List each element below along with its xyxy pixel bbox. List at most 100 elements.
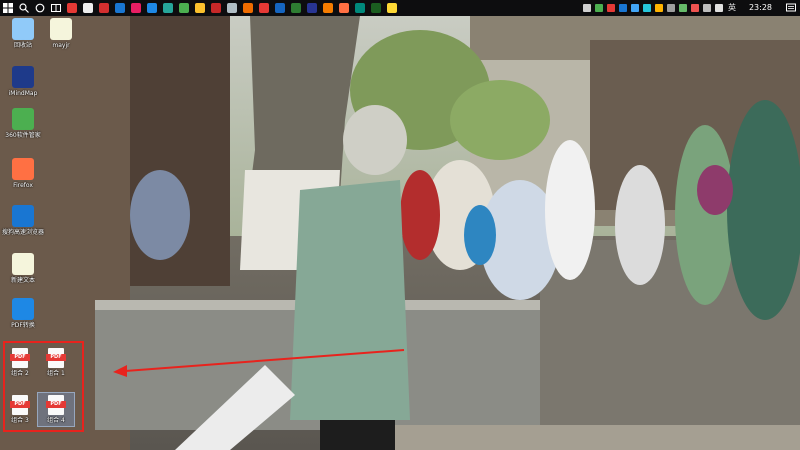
- app-navy-icon: [307, 3, 317, 13]
- tray-app-5-icon: [642, 4, 651, 12]
- desktop-icon-label: 360软件管家: [5, 132, 41, 139]
- tray-app-1[interactable]: [593, 0, 605, 16]
- clock[interactable]: 23:28: [739, 0, 782, 16]
- tray-app-6[interactable]: [653, 0, 665, 16]
- tray-icons: [581, 0, 725, 16]
- tray-app-6-icon: [654, 4, 663, 12]
- app-icon: [12, 205, 34, 227]
- tray-chevron-icon: [582, 4, 591, 12]
- taskbar-app-photoshop[interactable]: [272, 0, 288, 16]
- notification-center-button[interactable]: [782, 0, 800, 16]
- tray-app-4[interactable]: [629, 0, 641, 16]
- tray-app-5[interactable]: [641, 0, 653, 16]
- taskbar-app-red[interactable]: [96, 0, 112, 16]
- search-icon: [19, 3, 29, 13]
- app-folder-icon: [387, 3, 397, 13]
- system-tray: 英 23:28: [581, 0, 800, 16]
- desktop-icon[interactable]: mayjr: [40, 18, 82, 49]
- tray-app-3[interactable]: [617, 0, 629, 16]
- taskbar-app-game[interactable]: [320, 0, 336, 16]
- app-icon: [12, 66, 34, 88]
- desktop-icon-label: Firefox: [13, 182, 33, 189]
- desktop-icon[interactable]: Firefox: [2, 158, 44, 189]
- app-game-icon: [323, 3, 333, 13]
- tray-app-2-icon: [606, 4, 615, 12]
- cortana-circle-icon: [35, 3, 45, 13]
- start-button[interactable]: [0, 0, 16, 16]
- tray-network[interactable]: [713, 0, 725, 16]
- app-red-icon: [99, 3, 109, 13]
- tray-app-10[interactable]: [701, 0, 713, 16]
- app-orange-icon: [339, 3, 349, 13]
- taskbar-app-folder[interactable]: [384, 0, 400, 16]
- desktop-icon[interactable]: 搜狗高速浏览器: [2, 205, 44, 236]
- cortana-button[interactable]: [32, 0, 48, 16]
- app-teal-icon: [163, 3, 173, 13]
- taskbar-app-wps[interactable]: [352, 0, 368, 16]
- tray-app-10-icon: [702, 4, 711, 12]
- taskbar-app-red2[interactable]: [256, 0, 272, 16]
- taskbar-left: [0, 0, 400, 16]
- taskbar: 英 23:28: [0, 0, 800, 16]
- app-icon: [50, 18, 72, 40]
- tray-app-1-icon: [594, 4, 603, 12]
- app-photoshop-icon: [275, 3, 285, 13]
- taskbar-app-blue[interactable]: [112, 0, 128, 16]
- desktop-icon-label: 回收站: [13, 42, 32, 49]
- taskbar-app-wechat[interactable]: [176, 0, 192, 16]
- app-icon: [12, 158, 34, 180]
- tray-app-9-icon: [690, 4, 699, 12]
- taskbar-app-photo[interactable]: [224, 0, 240, 16]
- app-pink-icon: [131, 3, 141, 13]
- taskbar-app-chrome[interactable]: [192, 0, 208, 16]
- ime-indicator[interactable]: 英: [725, 0, 739, 16]
- app-red2-icon: [259, 3, 269, 13]
- taskbar-app-navy[interactable]: [304, 0, 320, 16]
- taskbar-pinned-apps: [64, 0, 400, 16]
- annotation-highlight-box: [3, 341, 84, 432]
- taskbar-app-edge[interactable]: [144, 0, 160, 16]
- taskbar-app-music[interactable]: [240, 0, 256, 16]
- tray-network-icon: [714, 4, 723, 12]
- tray-app-7-icon: [666, 4, 675, 12]
- taskbar-app-orange[interactable]: [336, 0, 352, 16]
- taskbar-app-file[interactable]: [80, 0, 96, 16]
- app-icon: [12, 298, 34, 320]
- app-icon: [12, 253, 34, 275]
- app-music-icon: [243, 3, 253, 13]
- wallpaper-photo: [0, 0, 800, 450]
- taskbar-app-pdf[interactable]: [208, 0, 224, 16]
- tray-app-8[interactable]: [677, 0, 689, 16]
- taskbar-app-teal[interactable]: [160, 0, 176, 16]
- taskbar-app-pink[interactable]: [128, 0, 144, 16]
- tray-app-2[interactable]: [605, 0, 617, 16]
- taskbar-app-green[interactable]: [288, 0, 304, 16]
- app-red-circle-icon: [67, 3, 77, 13]
- taskbar-app-excel[interactable]: [368, 0, 384, 16]
- app-excel-icon: [371, 3, 381, 13]
- desktop-icon-label: mayjr: [52, 42, 70, 49]
- task-view-button[interactable]: [48, 0, 64, 16]
- desktop-icon[interactable]: iMindMap: [2, 66, 44, 97]
- app-chrome-icon: [195, 3, 205, 13]
- desktop-icon[interactable]: 360软件管家: [2, 108, 44, 139]
- desktop-icon[interactable]: 新建文本: [2, 253, 44, 284]
- app-pdf-icon: [211, 3, 221, 13]
- tray-app-3-icon: [618, 4, 627, 12]
- desktop-icon-label: 搜狗高速浏览器: [2, 229, 45, 236]
- tray-chevron[interactable]: [581, 0, 593, 16]
- tray-app-9[interactable]: [689, 0, 701, 16]
- desktop-wallpaper: [0, 0, 800, 450]
- taskbar-app-red-circle[interactable]: [64, 0, 80, 16]
- app-wps-icon: [355, 3, 365, 13]
- search-button[interactable]: [16, 0, 32, 16]
- task-view-icon: [51, 4, 61, 12]
- app-edge-icon: [147, 3, 157, 13]
- desktop-icon-label: iMindMap: [8, 90, 38, 97]
- desktop-icon[interactable]: 回收站: [2, 18, 44, 49]
- desktop-icon[interactable]: PDF转换: [2, 298, 44, 329]
- app-wechat-icon: [179, 3, 189, 13]
- notification-icon: [786, 3, 796, 12]
- tray-app-7[interactable]: [665, 0, 677, 16]
- tray-app-8-icon: [678, 4, 687, 12]
